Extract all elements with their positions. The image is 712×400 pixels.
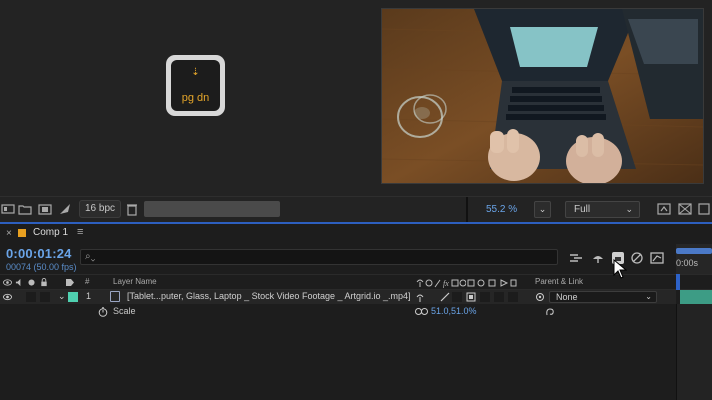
pickwhip-icon[interactable] (535, 292, 545, 302)
switches-icons[interactable]: fx (416, 278, 466, 288)
viewer-toolbar: 16 bpc 55.2 % ⌄ Full ⌄ (0, 196, 712, 223)
stopwatch-icon[interactable] (98, 307, 108, 317)
column-parent-link[interactable]: Parent & Link (535, 277, 583, 286)
mouse-cursor-icon (613, 259, 627, 279)
bit-depth-button[interactable]: 16 bpc (79, 200, 121, 218)
film-icon[interactable] (38, 202, 52, 216)
switches-icons-2[interactable] (467, 278, 517, 288)
time-ruler[interactable]: 0:00s (676, 244, 712, 274)
ruler-label: 0:00s (676, 258, 699, 268)
key-overlay: ⇣ pg dn (166, 55, 225, 116)
graph-editor-icon[interactable] (649, 250, 665, 266)
layer-number: 1 (86, 291, 92, 301)
frame-blend-switch-icon[interactable] (466, 292, 476, 302)
quality-switch-icon[interactable] (440, 292, 450, 302)
layer-duration-bar[interactable] (680, 290, 712, 304)
comp-color-swatch (18, 229, 26, 237)
chevron-down-icon: ⌄ (625, 204, 633, 214)
timeline-tab-bar: × Comp 1 ≡ (0, 224, 712, 244)
solo-toggle[interactable] (26, 292, 36, 302)
frame-count: 00074 (50.00 fps) (6, 262, 77, 272)
composition-preview[interactable] (381, 8, 704, 184)
layer-row[interactable]: ⌄ 1 [Tablet...puter, Glass, Laptop _ Sto… (0, 290, 676, 304)
close-icon[interactable]: × (6, 228, 12, 239)
timeline-track-area[interactable] (676, 304, 712, 400)
key-face: ⇣ pg dn (171, 60, 220, 111)
label-tag-icon[interactable] (65, 278, 75, 287)
3d-switch[interactable] (508, 292, 518, 302)
pickwhip-icon[interactable] (545, 307, 555, 317)
tab-comp-1[interactable]: Comp 1 (33, 227, 68, 238)
render-icon[interactable] (58, 202, 72, 216)
resolution-label: Full (574, 204, 591, 215)
column-number: # (85, 277, 90, 286)
snapshot-icon[interactable] (1, 202, 15, 216)
adjustment-switch[interactable] (494, 292, 504, 302)
solo-icon[interactable] (28, 279, 35, 286)
timeline-controls: 0:00:01:24 00074 (50.00 fps) ⌕⌄ 0:00s (0, 244, 712, 274)
audio-icon[interactable] (15, 278, 24, 287)
key-label: pg dn (181, 92, 210, 104)
footage-file-icon (110, 291, 120, 302)
composition-mini-flowchart-icon[interactable] (568, 250, 584, 266)
fast-preview-icon[interactable] (657, 202, 671, 216)
timeline-marker (676, 274, 680, 290)
resolution-dropdown[interactable]: Full ⌄ (565, 201, 640, 218)
svg-text:fx: fx (443, 279, 449, 288)
folder-icon[interactable] (18, 202, 32, 216)
eye-icon[interactable] (3, 278, 12, 287)
panel-menu-icon[interactable]: ≡ (77, 226, 83, 238)
layer-search-input[interactable]: ⌕⌄ (80, 249, 558, 265)
property-row-scale[interactable]: Scale 51.0,51.0% (0, 304, 676, 319)
layer-name[interactable]: [Tablet...puter, Glass, Laptop _ Stock V… (127, 291, 411, 301)
property-value[interactable]: 51.0,51.0% (431, 306, 477, 316)
zoom-value[interactable]: 55.2 % (486, 204, 517, 215)
divider (466, 197, 468, 223)
arrow-down-icon: ⇣ (191, 67, 200, 78)
search-icon: ⌕⌄ (85, 251, 96, 262)
transparency-grid-icon[interactable] (678, 202, 692, 216)
upper-panel: ⇣ pg dn (0, 0, 712, 196)
shy-layers-icon[interactable] (590, 250, 606, 266)
column-layer-name[interactable]: Layer Name (113, 277, 157, 286)
chevron-down-icon: ⌄ (538, 204, 547, 214)
chevron-down-icon[interactable]: ⌄ (58, 291, 66, 302)
lock-toggle[interactable] (40, 292, 50, 302)
layer-column-header: # Layer Name fx Parent & Link (0, 274, 712, 290)
lock-icon[interactable] (40, 278, 48, 287)
shy-switch-icon[interactable] (416, 293, 424, 302)
zoom-dropdown[interactable]: ⌄ (534, 201, 551, 218)
motion-blur-switch[interactable] (480, 292, 490, 302)
property-label: Scale (113, 306, 136, 316)
parent-value: None (556, 292, 578, 302)
trash-icon[interactable] (125, 202, 139, 216)
region-of-interest-icon[interactable] (697, 202, 711, 216)
work-area-bar[interactable] (676, 248, 712, 254)
motion-blur-icon[interactable] (629, 250, 645, 266)
parent-dropdown[interactable]: None ⌄ (549, 291, 657, 303)
chevron-down-icon: ⌄ (645, 292, 652, 301)
flowchart-field[interactable] (144, 201, 280, 217)
current-time[interactable]: 0:00:01:24 (6, 246, 72, 261)
fx-switch[interactable] (452, 292, 462, 302)
constrain-proportions-icon[interactable] (415, 308, 428, 315)
eye-icon[interactable] (3, 293, 12, 301)
layer-label-color[interactable] (68, 292, 78, 302)
